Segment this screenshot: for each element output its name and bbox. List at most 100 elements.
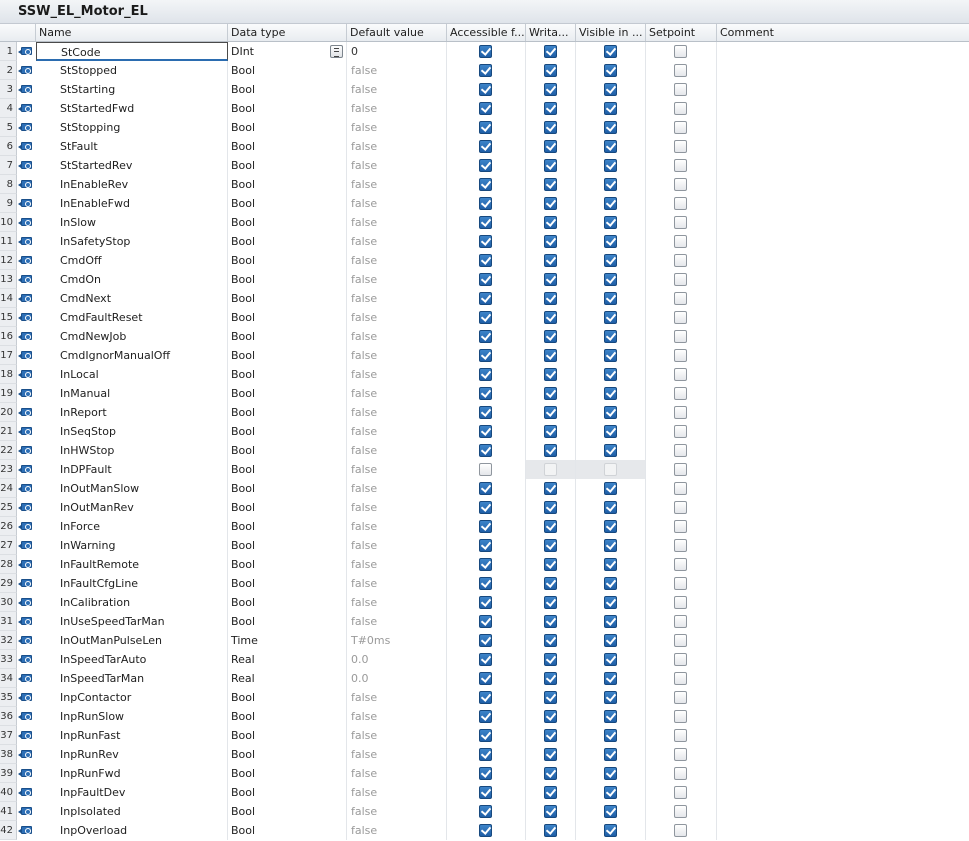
accessible-checkbox[interactable] — [479, 254, 492, 267]
default-value[interactable]: false — [347, 213, 447, 232]
variable-name[interactable]: InLocal — [36, 365, 228, 384]
row-number[interactable]: 13 — [0, 270, 17, 289]
accessible-checkbox[interactable] — [479, 406, 492, 419]
setpoint-checkbox[interactable] — [674, 197, 687, 210]
comment-cell[interactable] — [717, 99, 969, 118]
row-number[interactable]: 30 — [0, 593, 17, 612]
table-row[interactable]: 29 InFaultCfgLine Bool false — [0, 574, 969, 593]
comment-cell[interactable] — [717, 764, 969, 783]
header-setpoint[interactable]: Setpoint — [646, 24, 717, 41]
accessible-checkbox[interactable] — [479, 292, 492, 305]
accessible-checkbox[interactable] — [479, 216, 492, 229]
default-value[interactable]: false — [347, 270, 447, 289]
comment-cell[interactable] — [717, 422, 969, 441]
accessible-checkbox[interactable] — [479, 45, 492, 58]
default-value[interactable]: false — [347, 821, 447, 840]
table-row[interactable]: 30 InCalibration Bool false — [0, 593, 969, 612]
table-row[interactable]: 24 InOutManSlow Bool false — [0, 479, 969, 498]
setpoint-checkbox[interactable] — [674, 273, 687, 286]
comment-cell[interactable] — [717, 726, 969, 745]
setpoint-checkbox[interactable] — [674, 121, 687, 134]
default-value[interactable]: false — [347, 194, 447, 213]
comment-cell[interactable] — [717, 555, 969, 574]
setpoint-checkbox[interactable] — [674, 444, 687, 457]
comment-cell[interactable] — [717, 289, 969, 308]
writable-checkbox[interactable] — [543, 482, 557, 495]
table-row[interactable]: 23 InDPFault Bool false — [0, 460, 969, 479]
default-value[interactable]: false — [347, 175, 447, 194]
visible-checkbox[interactable] — [603, 653, 617, 666]
accessible-checkbox[interactable] — [479, 710, 492, 723]
writable-checkbox[interactable] — [543, 596, 557, 609]
row-number[interactable]: 41 — [0, 802, 17, 821]
accessible-checkbox[interactable] — [479, 615, 492, 628]
visible-checkbox[interactable] — [603, 64, 617, 77]
table-row[interactable]: 1 StCode DInt 0 — [0, 42, 969, 61]
setpoint-checkbox[interactable] — [674, 786, 687, 799]
visible-checkbox[interactable] — [603, 254, 617, 267]
setpoint-checkbox[interactable] — [674, 83, 687, 96]
default-value[interactable]: false — [347, 726, 447, 745]
visible-checkbox[interactable] — [603, 729, 617, 742]
setpoint-checkbox[interactable] — [674, 824, 687, 837]
header-comment[interactable]: Comment — [717, 24, 969, 41]
row-number[interactable]: 2 — [0, 61, 17, 80]
list-picker-icon[interactable] — [330, 45, 343, 58]
data-type[interactable]: Bool — [228, 479, 347, 498]
data-type[interactable]: Bool — [228, 555, 347, 574]
variable-name[interactable]: InEnableFwd — [36, 194, 228, 213]
default-value[interactable]: false — [347, 460, 447, 479]
data-type[interactable]: Bool — [228, 726, 347, 745]
default-value[interactable]: false — [347, 593, 447, 612]
setpoint-checkbox[interactable] — [674, 463, 687, 476]
data-type[interactable]: Bool — [228, 308, 347, 327]
visible-checkbox[interactable] — [603, 102, 617, 115]
data-type[interactable]: Bool — [228, 61, 347, 80]
visible-checkbox[interactable] — [603, 824, 617, 837]
accessible-checkbox[interactable] — [479, 691, 492, 704]
data-type[interactable]: Bool — [228, 403, 347, 422]
variable-name[interactable]: StStartedFwd — [36, 99, 228, 118]
visible-checkbox[interactable] — [603, 596, 617, 609]
accessible-checkbox[interactable] — [479, 634, 492, 647]
comment-cell[interactable] — [717, 574, 969, 593]
comment-cell[interactable] — [717, 441, 969, 460]
default-value[interactable]: false — [347, 498, 447, 517]
default-value[interactable]: 0.0 — [347, 650, 447, 669]
visible-checkbox[interactable] — [603, 767, 617, 780]
comment-cell[interactable] — [717, 137, 969, 156]
comment-cell[interactable] — [717, 669, 969, 688]
table-row[interactable]: 12 CmdOff Bool false — [0, 251, 969, 270]
default-value[interactable]: false — [347, 441, 447, 460]
writable-checkbox[interactable] — [543, 254, 557, 267]
variable-name[interactable]: CmdFaultReset — [36, 308, 228, 327]
variable-name[interactable]: InUseSpeedTarMan — [36, 612, 228, 631]
variable-name[interactable]: InpRunFwd — [36, 764, 228, 783]
setpoint-checkbox[interactable] — [674, 178, 687, 191]
row-number[interactable]: 15 — [0, 308, 17, 327]
default-value[interactable]: false — [347, 802, 447, 821]
variable-name[interactable]: InWarning — [36, 536, 228, 555]
setpoint-checkbox[interactable] — [674, 596, 687, 609]
writable-checkbox[interactable] — [543, 292, 557, 305]
table-row[interactable]: 36 InpRunSlow Bool false — [0, 707, 969, 726]
variable-name[interactable]: InReport — [36, 403, 228, 422]
setpoint-checkbox[interactable] — [674, 330, 687, 343]
variable-name[interactable]: InpContactor — [36, 688, 228, 707]
default-value[interactable]: false — [347, 346, 447, 365]
header-data-type[interactable]: Data type — [228, 24, 347, 41]
visible-checkbox[interactable] — [603, 368, 617, 381]
table-row[interactable]: 41 InpIsolated Bool false — [0, 802, 969, 821]
visible-checkbox[interactable] — [603, 691, 617, 704]
accessible-checkbox[interactable] — [479, 273, 492, 286]
variable-name[interactable]: InEnableRev — [36, 175, 228, 194]
visible-checkbox[interactable] — [603, 786, 617, 799]
writable-checkbox[interactable] — [543, 634, 557, 647]
table-row[interactable]: 32 InOutManPulseLen Time T#0ms — [0, 631, 969, 650]
table-row[interactable]: 8 InEnableRev Bool false — [0, 175, 969, 194]
setpoint-checkbox[interactable] — [674, 368, 687, 381]
writable-checkbox[interactable] — [543, 501, 557, 514]
default-value[interactable]: false — [347, 574, 447, 593]
default-value[interactable]: false — [347, 232, 447, 251]
data-type[interactable]: Bool — [228, 175, 347, 194]
